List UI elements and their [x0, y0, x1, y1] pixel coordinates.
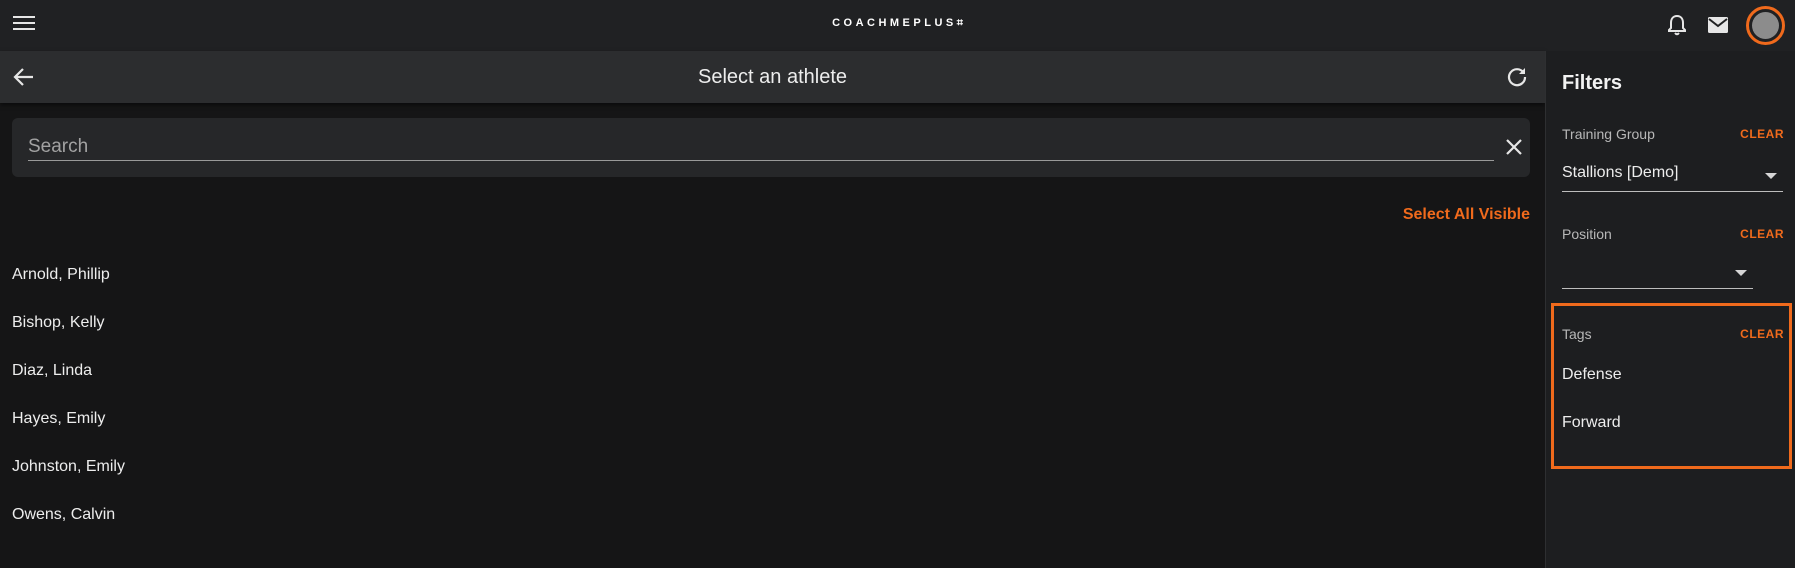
tag-forward[interactable]: Forward — [1562, 414, 1621, 432]
tags-label: Tags — [1562, 326, 1592, 342]
chevron-down-icon — [1735, 270, 1747, 276]
position-select[interactable] — [1562, 261, 1753, 289]
mail-icon[interactable] — [1707, 16, 1729, 34]
list-item[interactable]: Arnold, Phillip — [12, 262, 1512, 310]
tag-defense[interactable]: Defense — [1562, 366, 1622, 384]
avatar-image — [1752, 12, 1779, 39]
training-group-value: Stallions [Demo] — [1562, 164, 1679, 181]
chevron-down-icon — [1765, 173, 1777, 179]
search-container — [12, 118, 1530, 177]
tags-clear-button[interactable]: CLEAR — [1740, 327, 1784, 341]
list-item[interactable]: Owens, Calvin — [12, 502, 1512, 550]
list-item[interactable]: Johnston, Emily — [12, 454, 1512, 502]
close-icon[interactable] — [1504, 137, 1524, 157]
training-group-clear-button[interactable]: CLEAR — [1740, 127, 1784, 141]
list-item[interactable]: Bishop, Kelly — [12, 310, 1512, 358]
search-input[interactable] — [28, 134, 1494, 161]
avatar[interactable] — [1746, 6, 1785, 45]
position-label: Position — [1562, 226, 1612, 242]
select-all-visible-button[interactable]: Select All Visible — [1403, 206, 1530, 224]
filters-title: Filters — [1562, 72, 1623, 94]
position-clear-button[interactable]: CLEAR — [1740, 227, 1784, 241]
refresh-icon[interactable] — [1506, 66, 1528, 88]
brand-mark-icon: ⌗ — [956, 17, 963, 29]
brand-name: COACHMEPLUS — [832, 17, 957, 29]
list-item[interactable]: Hayes, Emily — [12, 406, 1512, 454]
brand-logo: COACHMEPLUS⌗ — [0, 17, 1795, 30]
list-item[interactable]: Diaz, Linda — [12, 358, 1512, 406]
training-group-select[interactable]: Stallions [Demo] — [1562, 164, 1783, 192]
page-title: Select an athlete — [698, 66, 847, 88]
top-app-bar: COACHMEPLUS⌗ — [0, 0, 1795, 51]
page-header: Select an athlete — [0, 51, 1545, 103]
training-group-label: Training Group — [1562, 126, 1655, 142]
bell-icon[interactable] — [1667, 14, 1687, 36]
athlete-list: Arnold, Phillip Bishop, Kelly Diaz, Lind… — [12, 262, 1512, 550]
filters-panel: Filters Training Group CLEAR Stallions [… — [1546, 51, 1795, 568]
